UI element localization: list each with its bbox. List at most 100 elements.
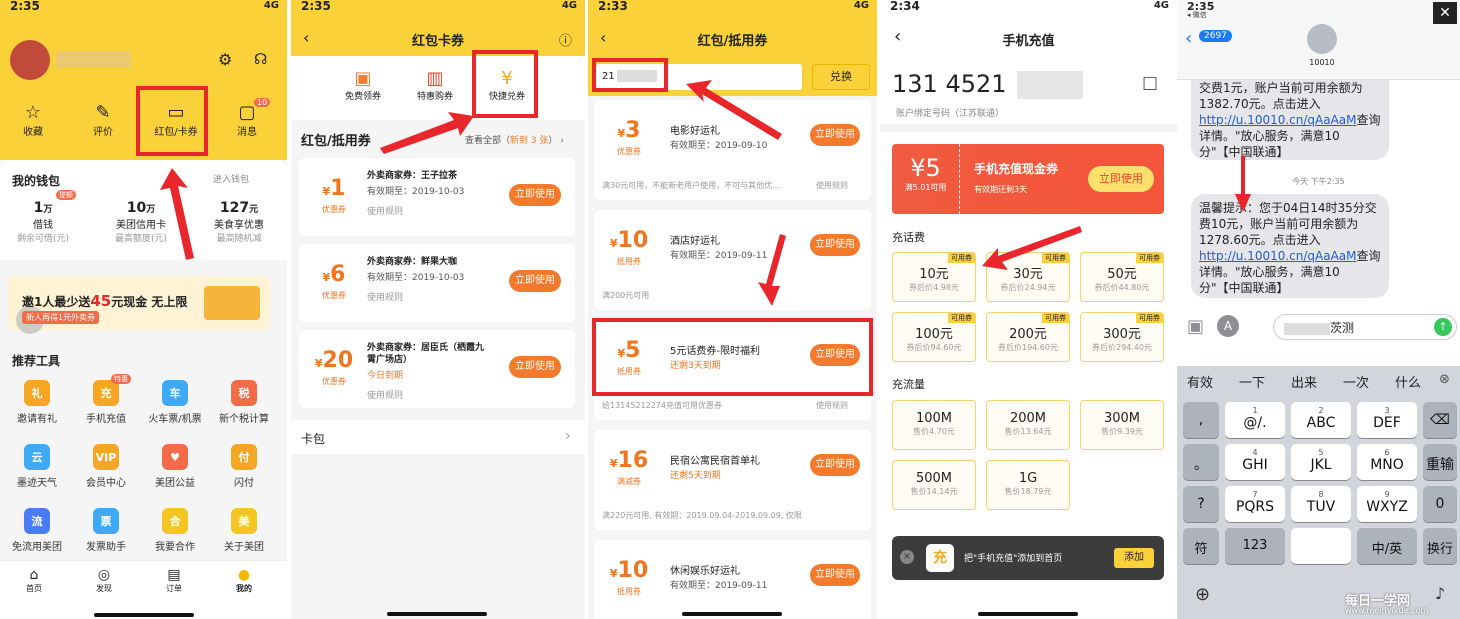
keyboard-key[interactable]: 4 GHI	[1225, 444, 1285, 480]
keyboard-key[interactable]: 。	[1183, 444, 1219, 480]
tool-item[interactable]: 云墨迹天气	[6, 444, 68, 494]
use-now-button[interactable]: 立即使用	[509, 184, 561, 206]
candidate-word[interactable]: 一次	[1343, 372, 1369, 391]
use-now-button[interactable]: 立即使用	[509, 356, 561, 378]
tool-item[interactable]: 车火车票/机票	[144, 380, 206, 430]
use-now-button[interactable]: 立即使用	[810, 124, 860, 146]
use-now-button[interactable]: 立即使用	[810, 454, 860, 476]
keyboard-key[interactable]: ,	[1183, 402, 1219, 438]
keyboard-key[interactable]: 中/英	[1357, 528, 1417, 564]
keyboard-key[interactable]: 7 PQRS	[1225, 486, 1285, 522]
tool-item[interactable]: 票发票助手	[75, 508, 137, 558]
candidate-word[interactable]: 什么	[1395, 372, 1421, 391]
candidate-word[interactable]: 一下	[1239, 372, 1265, 391]
microphone-icon[interactable]: ♪	[1435, 584, 1445, 603]
exchange-button[interactable]: 兑换	[812, 64, 870, 90]
fee-option[interactable]: 可用券 50元 券后价44.80元	[1080, 252, 1164, 302]
quick-review[interactable]: ✎ 评价	[88, 102, 118, 138]
collapse-icon[interactable]: ⊗	[1439, 372, 1450, 387]
back-icon[interactable]: ‹	[1185, 28, 1192, 49]
coupon-rule[interactable]: 使用规则	[367, 290, 403, 303]
add-button[interactable]: 添加	[1114, 548, 1154, 568]
keyboard-key[interactable]: 换行	[1423, 528, 1457, 564]
voucher-type: 抵用券	[617, 257, 641, 266]
fee-option[interactable]: 可用券 200元 券后价194.60元	[986, 312, 1070, 362]
candidate-word[interactable]: 出来	[1291, 372, 1317, 391]
voucher-rule[interactable]: 使用规则	[816, 400, 848, 411]
close-icon[interactable]: ×	[900, 550, 914, 564]
close-icon[interactable]: ✕	[1433, 2, 1457, 24]
nav-home[interactable]: ⌂ 首页	[14, 567, 54, 594]
tool-item[interactable]: 美关于美团	[213, 508, 275, 558]
keyboard-key[interactable]: 1 @/.	[1225, 402, 1285, 438]
headset-icon[interactable]: ☊	[254, 50, 267, 68]
keyboard-key[interactable]: 0	[1423, 486, 1457, 522]
coupon-rule[interactable]: 使用规则	[367, 204, 403, 217]
tool-item[interactable]: 税新个税计算	[213, 380, 275, 430]
flow-option[interactable]: 300M 售价9.39元	[1080, 400, 1164, 450]
keyboard-key[interactable]: 9 WXYZ	[1357, 486, 1417, 522]
nav-discover[interactable]: ◎ 发现	[84, 567, 124, 594]
wallet-item[interactable]: 127元 美食享优惠 最高随机减	[204, 200, 274, 244]
message-input[interactable]: 茨测 ↑	[1273, 314, 1457, 340]
flow-option[interactable]: 100M 售价4.70元	[892, 400, 976, 450]
tool-icon: 合	[162, 508, 188, 534]
wallet-link[interactable]: 进入钱包	[213, 172, 249, 185]
card-pack-row[interactable]: 卡包 ›	[291, 420, 585, 454]
keyboard-key[interactable]: ⌫	[1423, 402, 1457, 438]
keyboard-key[interactable]	[1291, 528, 1351, 564]
flow-option[interactable]: 1G 售价18.79元	[986, 460, 1070, 510]
quick-favorite[interactable]: ☆ 收藏	[18, 102, 48, 138]
use-now-button[interactable]: 立即使用	[810, 234, 860, 256]
appstore-icon[interactable]: A	[1217, 315, 1239, 337]
tool-item[interactable]: 流免流用美团	[6, 508, 68, 558]
keyboard-key[interactable]: 2 ABC	[1291, 402, 1351, 438]
keyboard-key[interactable]: 3 DEF	[1357, 402, 1417, 438]
use-now-button[interactable]: 立即使用	[509, 270, 561, 292]
fee-option[interactable]: 可用券 300元 券后价294.40元	[1080, 312, 1164, 362]
free-coupon-button[interactable]: ▣ 免费领券	[339, 68, 387, 102]
tool-item[interactable]: 合我要合作	[144, 508, 206, 558]
contacts-icon[interactable]: ☐	[1142, 74, 1158, 95]
view-all-link[interactable]: 查看全部（新到 3 张） ›	[465, 133, 564, 146]
info-icon[interactable]: ⓘ	[559, 30, 572, 49]
keyboard-key[interactable]: 重输	[1423, 444, 1457, 480]
tool-item[interactable]: 充特惠 手机充值	[75, 374, 137, 430]
voucher-rule[interactable]: 使用规则	[816, 180, 848, 191]
quick-messages[interactable]: ▢ 消息 10	[232, 98, 271, 138]
keyboard-key[interactable]: 符	[1183, 528, 1219, 564]
use-now-button[interactable]: 立即使用	[810, 564, 860, 586]
coupon-rule[interactable]: 使用规则	[367, 388, 403, 401]
fee-option[interactable]: 可用券 100元 券后价94.60元	[892, 312, 976, 362]
phone-number[interactable]: 131 4521	[892, 70, 1083, 99]
keyboard-key[interactable]: 5 JKL	[1291, 444, 1351, 480]
fee-option[interactable]: 可用券 30元 券后价24.94元	[986, 252, 1070, 302]
tool-item[interactable]: 付闪付	[213, 444, 275, 494]
special-buy-button[interactable]: ▥ 特惠购券	[411, 68, 459, 102]
tool-item[interactable]: ♥ 美团公益	[144, 444, 206, 494]
camera-icon[interactable]: ▣	[1187, 316, 1204, 337]
invite-banner[interactable]: 邀1人最少送45元现金 无上限 新人再得1元外卖券	[8, 276, 270, 334]
globe-icon[interactable]: ⊕	[1195, 584, 1210, 605]
avatar[interactable]	[10, 40, 50, 80]
nav-orders[interactable]: ▤ 订单	[154, 567, 194, 594]
keyboard-key[interactable]: ?	[1183, 486, 1219, 522]
keyboard-key[interactable]: 6 MNO	[1357, 444, 1417, 480]
nav-mine[interactable]: ● 我的	[224, 567, 264, 594]
contact-avatar[interactable]	[1307, 24, 1337, 54]
flow-option[interactable]: 200M 售价13.64元	[986, 400, 1070, 450]
keyboard-key[interactable]: 8 TUV	[1291, 486, 1351, 522]
wallet-item[interactable]: 10万 美团信用卡 最高额度(元)	[106, 200, 176, 244]
keyboard-key[interactable]: 123	[1225, 528, 1285, 564]
tool-item[interactable]: VIP 会员中心	[75, 444, 137, 494]
settings-gear-icon[interactable]: ⚙	[218, 50, 232, 69]
flow-option[interactable]: 500M 售价14.14元	[892, 460, 976, 510]
back-to-wechat[interactable]: ◂ 微信	[1187, 10, 1207, 20]
use-coupon-button[interactable]: 立即使用	[1088, 166, 1154, 192]
wallet-item[interactable]: 1万 借钱 剩余可借(元) 提额	[8, 190, 78, 244]
panel-meituan-profile: 2:35 4G ⚙ ☊ ☆ 收藏 ✎ 评价 ▭ 红包/卡券 ▢ 消息 10 我的钱…	[0, 0, 287, 619]
send-icon[interactable]: ↑	[1434, 318, 1452, 336]
fee-option[interactable]: 可用券 10元 券后价4.98元	[892, 252, 976, 302]
tool-item[interactable]: 礼邀请有礼	[6, 380, 68, 430]
candidate-word[interactable]: 有效	[1187, 372, 1213, 391]
